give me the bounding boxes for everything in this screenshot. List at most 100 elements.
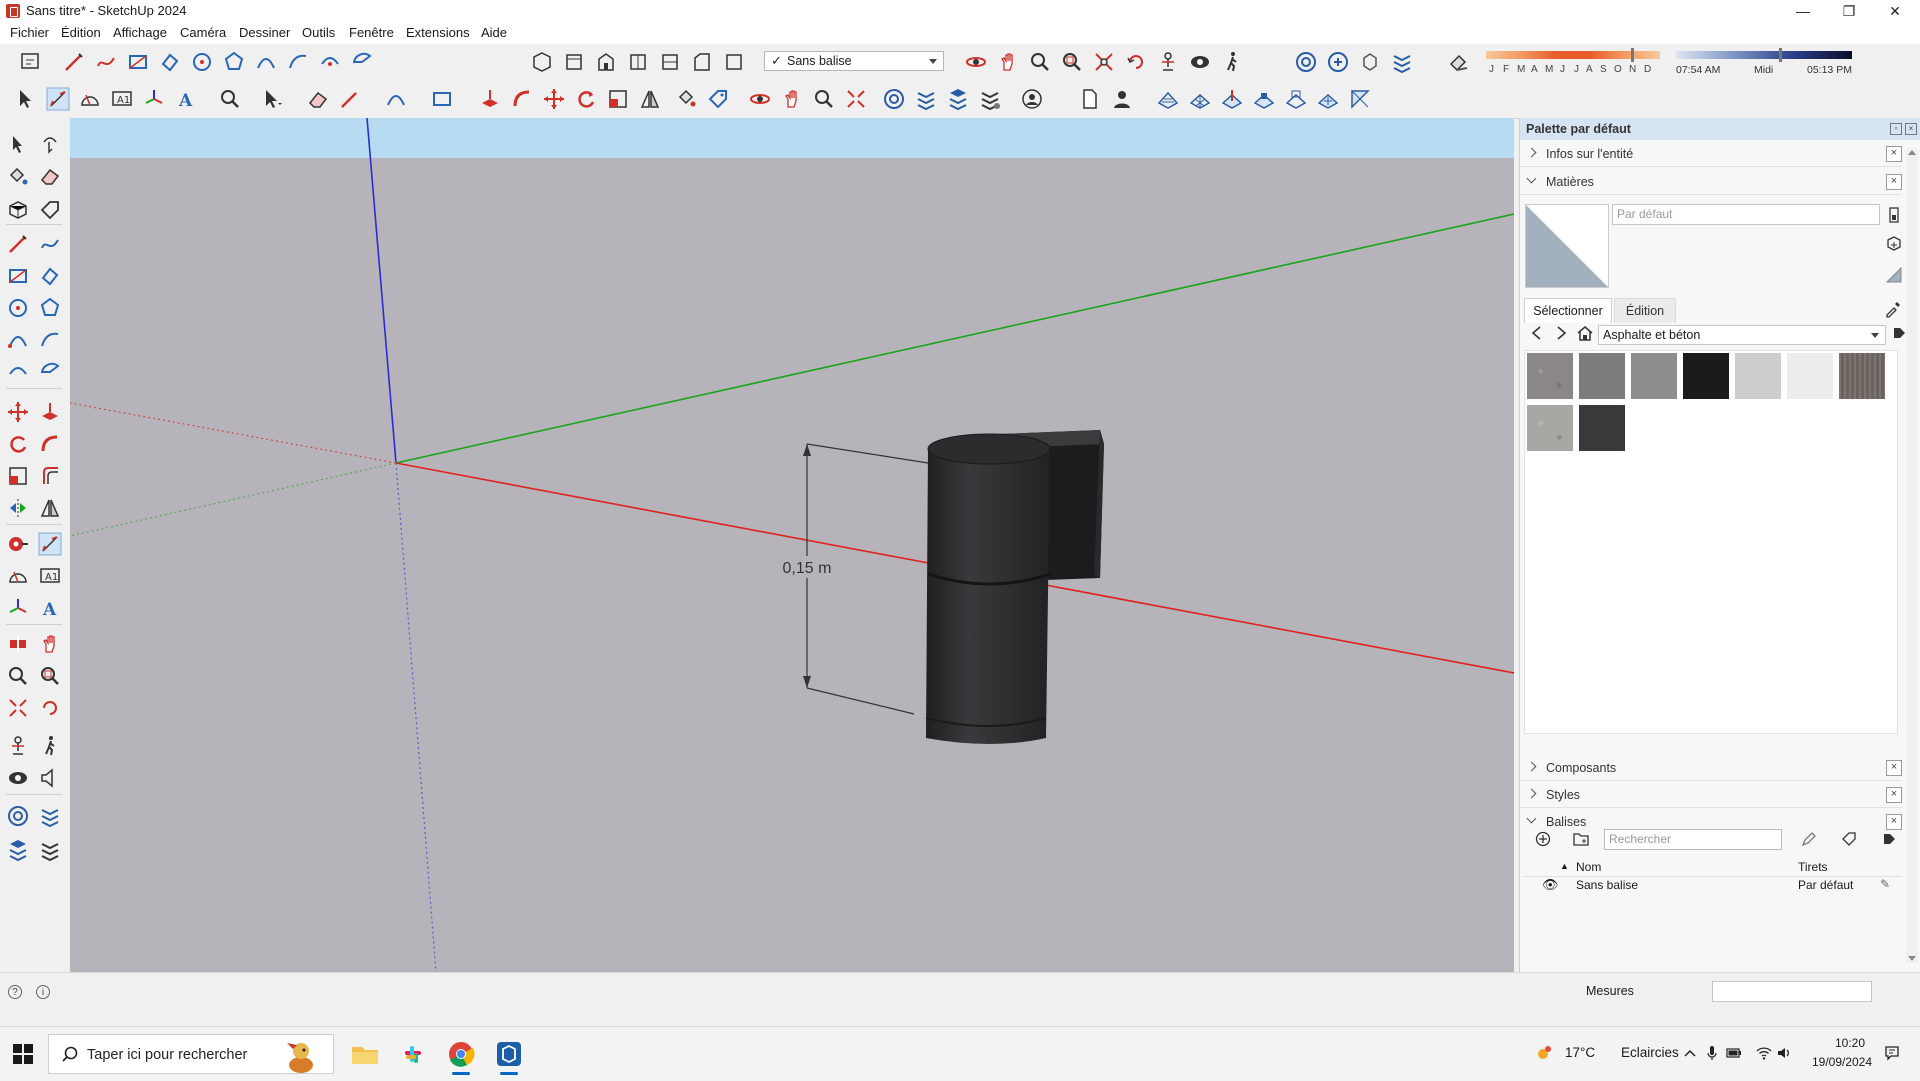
orbit-icon[interactable] xyxy=(964,50,988,74)
pan-icon[interactable] xyxy=(38,632,62,656)
freehand-icon[interactable] xyxy=(94,50,118,74)
scale-icon[interactable] xyxy=(606,87,630,111)
look-around-icon[interactable] xyxy=(1188,50,1212,74)
close-icon[interactable]: × xyxy=(1886,814,1902,830)
instructor-icon[interactable] xyxy=(18,50,42,74)
position-camera-icon[interactable] xyxy=(6,734,30,758)
pan-icon[interactable] xyxy=(996,50,1020,74)
material-swatch[interactable] xyxy=(1579,405,1625,451)
pie-icon[interactable] xyxy=(38,360,62,384)
mirror-icon[interactable] xyxy=(38,496,62,520)
freehand-icon[interactable] xyxy=(38,232,62,256)
top-view-icon[interactable] xyxy=(562,50,586,74)
dimension-tool-icon[interactable] xyxy=(38,532,62,556)
panel-scrollbar[interactable] xyxy=(1906,148,1918,963)
three-point-arc-icon[interactable] xyxy=(318,50,342,74)
extension-manager-icon[interactable] xyxy=(38,838,62,862)
file-explorer-icon[interactable] xyxy=(348,1037,382,1071)
pencil-icon[interactable]: ✎ xyxy=(1880,877,1890,891)
look-around-icon[interactable] xyxy=(6,766,30,790)
axes-icon[interactable] xyxy=(6,596,30,620)
text-tool-icon[interactable]: A1 xyxy=(110,87,134,111)
add-tag-icon[interactable] xyxy=(1534,830,1552,848)
windows-start-icon[interactable] xyxy=(12,1043,34,1065)
info-icon[interactable]: i xyxy=(36,985,50,999)
drape-icon[interactable] xyxy=(1284,87,1308,111)
select-icon[interactable] xyxy=(14,87,38,111)
smoove-icon[interactable] xyxy=(1220,87,1244,111)
line-dropdown-icon[interactable] xyxy=(338,87,362,111)
menu-aide[interactable]: Aide xyxy=(481,25,507,40)
scene-canvas[interactable]: 0,15 m xyxy=(70,118,1514,972)
chevron-up-icon[interactable] xyxy=(1682,1045,1698,1061)
follow-me-icon[interactable] xyxy=(38,432,62,456)
position-camera-icon[interactable] xyxy=(1156,50,1180,74)
extension-warehouse-icon[interactable] xyxy=(38,804,62,828)
default-material-icon[interactable] xyxy=(1885,266,1903,284)
flip-edge-icon[interactable] xyxy=(1348,87,1372,111)
forward-arrow-icon[interactable] xyxy=(1552,324,1570,342)
select-dropdown-icon[interactable] xyxy=(260,87,284,111)
extension-warehouse-icon[interactable] xyxy=(914,87,938,111)
eraser-icon[interactable] xyxy=(306,87,330,111)
tab-edit[interactable]: Édition xyxy=(1614,298,1676,323)
back-arrow-icon[interactable] xyxy=(1528,324,1546,342)
flip-icon[interactable] xyxy=(6,496,30,520)
battery-icon[interactable] xyxy=(1726,1045,1742,1061)
material-swatch[interactable] xyxy=(1735,353,1781,399)
protractor-icon[interactable] xyxy=(6,564,30,588)
iso-view-icon[interactable] xyxy=(530,50,554,74)
shadow-time-slider[interactable] xyxy=(1676,51,1852,59)
axes-icon[interactable] xyxy=(142,87,166,111)
share-component-icon[interactable] xyxy=(1358,50,1382,74)
extension-warehouse-icon[interactable] xyxy=(1390,50,1414,74)
wifi-icon[interactable] xyxy=(1756,1045,1772,1061)
eye-icon[interactable]: 👁 xyxy=(1542,877,1559,893)
dimension-tool-icon[interactable] xyxy=(46,87,70,111)
extension-manager-icon[interactable] xyxy=(978,87,1002,111)
text-tool-icon[interactable]: A1 xyxy=(38,564,62,588)
push-pull-icon[interactable] xyxy=(478,87,502,111)
volume-icon[interactable] xyxy=(1776,1045,1792,1061)
polygon-icon[interactable] xyxy=(38,296,62,320)
section-plane-icon[interactable] xyxy=(6,632,30,656)
weather-icon[interactable] xyxy=(1536,1045,1552,1061)
rotated-rectangle-icon[interactable] xyxy=(38,264,62,288)
microphone-icon[interactable] xyxy=(1704,1045,1720,1061)
zoom-icon[interactable] xyxy=(1028,50,1052,74)
two-point-arc-icon[interactable] xyxy=(286,50,310,74)
tags-search-input[interactable]: Rechercher xyxy=(1604,829,1782,850)
speaker-icon[interactable] xyxy=(38,766,62,790)
menu-fichier[interactable]: Fichier xyxy=(10,25,49,40)
three-point-arc-icon[interactable] xyxy=(6,360,30,384)
minimize-button[interactable]: — xyxy=(1780,0,1826,22)
3d-text-icon[interactable]: A xyxy=(38,596,62,620)
left-view-icon[interactable] xyxy=(690,50,714,74)
rectangle-icon[interactable] xyxy=(6,264,30,288)
protractor-icon[interactable] xyxy=(78,87,102,111)
sort-ascending-icon[interactable]: ▲ xyxy=(1560,861,1569,871)
shadow-date-thumb[interactable] xyxy=(1631,48,1634,62)
add-tag-folder-icon[interactable] xyxy=(1572,830,1590,848)
move-icon[interactable] xyxy=(542,87,566,111)
shape-dropdown-icon[interactable] xyxy=(430,87,454,111)
paint-bucket-icon[interactable] xyxy=(6,164,30,188)
rotate-icon[interactable] xyxy=(6,432,30,456)
pencil-icon[interactable] xyxy=(1800,830,1818,848)
arc-icon[interactable] xyxy=(6,328,30,352)
bottom-view-icon[interactable] xyxy=(722,50,746,74)
eraser-icon[interactable] xyxy=(38,164,62,188)
clock-date[interactable]: 19/09/2024 xyxy=(1804,1055,1880,1069)
share-model-icon[interactable] xyxy=(1326,50,1350,74)
push-pull-icon[interactable] xyxy=(38,400,62,424)
scale-icon[interactable] xyxy=(6,464,30,488)
flip-icon[interactable] xyxy=(638,87,662,111)
sandbox-from-scratch-icon[interactable] xyxy=(1188,87,1212,111)
material-swatch[interactable] xyxy=(1527,405,1573,451)
modeling-viewport[interactable]: 0,15 m xyxy=(70,118,1514,972)
tray-materials[interactable]: Matières × xyxy=(1520,170,1902,195)
shadows-toggle-icon[interactable] xyxy=(1447,50,1471,74)
tag-dashes[interactable]: Par défaut xyxy=(1798,878,1853,892)
rotated-rectangle-icon[interactable] xyxy=(158,50,182,74)
close-window-button[interactable]: ✕ xyxy=(1872,0,1918,22)
